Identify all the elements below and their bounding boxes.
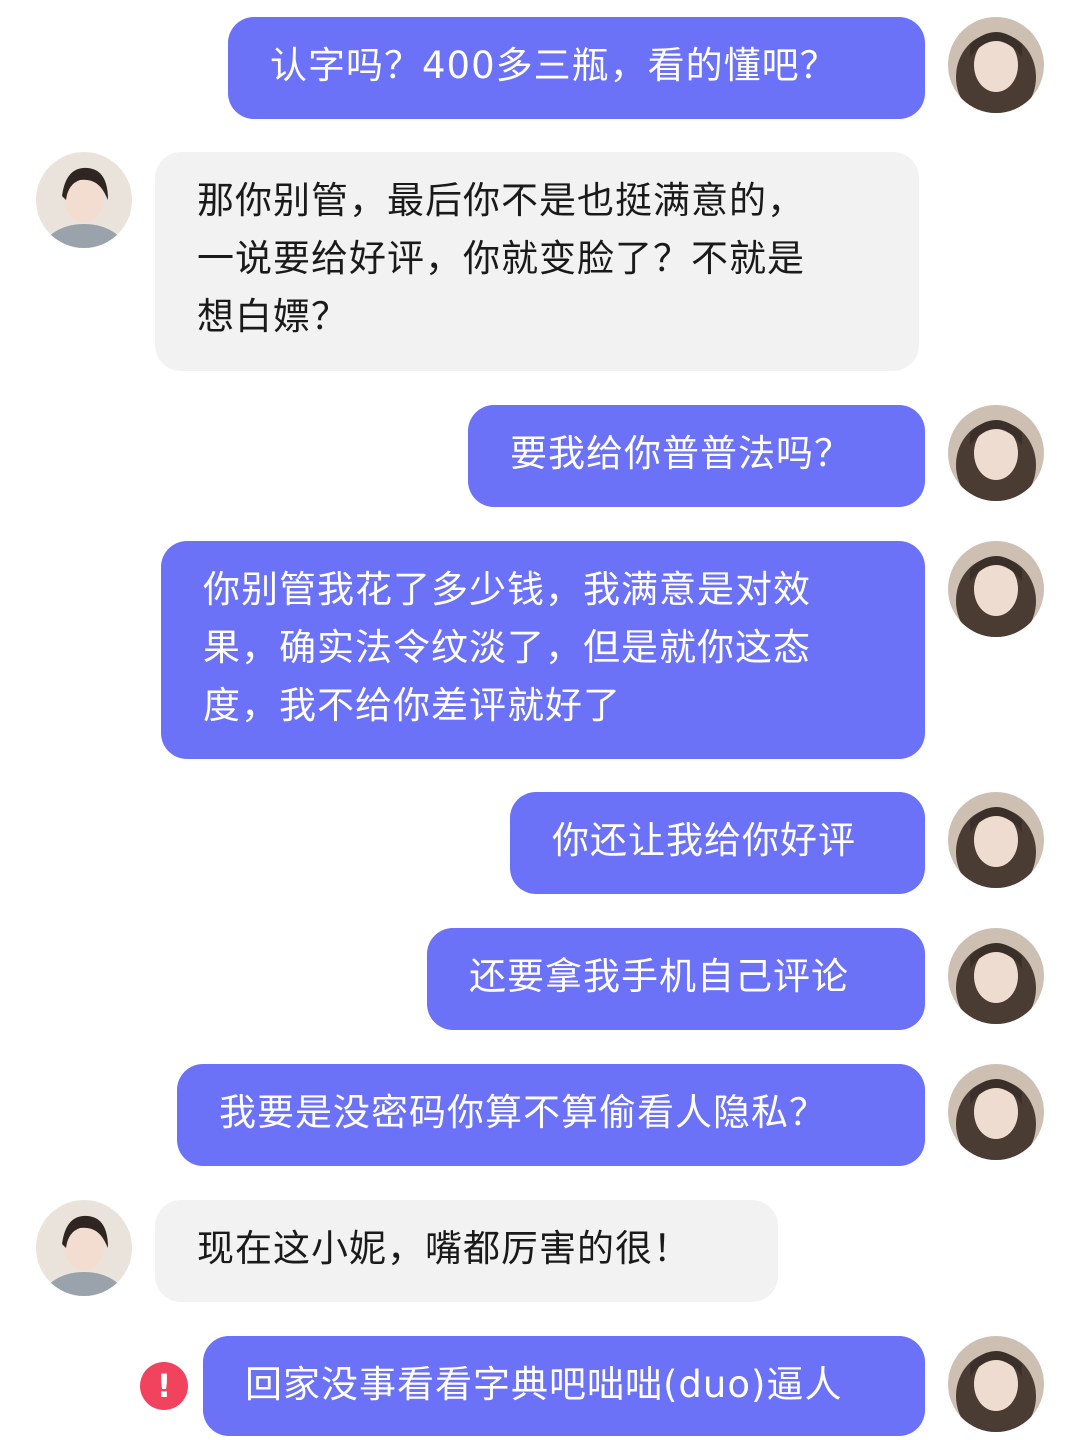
exclamation-circle-icon[interactable]: ! xyxy=(140,1362,188,1410)
message-bubble-sent[interactable]: 还要拿我手机自己评论 xyxy=(427,928,925,1030)
user-avatar-icon[interactable] xyxy=(948,792,1044,888)
message-bubble-sent[interactable]: 认字吗？400多三瓶，看的懂吧？ xyxy=(228,17,925,119)
contact-avatar-icon[interactable] xyxy=(36,1200,132,1296)
chat-message-list[interactable]: 认字吗？400多三瓶，看的懂吧？ 那你别管，最后你不是也挺满意的， 一说要给好评… xyxy=(0,0,1080,1440)
message-bubble-sent[interactable]: 你还让我给你好评 xyxy=(510,792,925,894)
user-avatar-icon[interactable] xyxy=(948,1336,1044,1432)
message-bubble-received[interactable]: 现在这小妮，嘴都厉害的很！ xyxy=(155,1200,778,1302)
message-bubble-sent[interactable]: 要我给你普普法吗？ xyxy=(468,405,925,507)
message-bubble-sent[interactable]: 我要是没密码你算不算偷看人隐私？ xyxy=(177,1064,925,1166)
message-bubble-sent-failed[interactable]: 回家没事看看字典吧咄咄(duo)逼人 xyxy=(203,1336,925,1436)
user-avatar-icon[interactable] xyxy=(948,541,1044,637)
user-avatar-icon[interactable] xyxy=(948,405,1044,501)
contact-avatar-icon[interactable] xyxy=(36,152,132,248)
message-bubble-sent[interactable]: 你别管我花了多少钱，我满意是对效 果，确实法令纹淡了，但是就你这态 度，我不给你… xyxy=(161,541,925,759)
user-avatar-icon[interactable] xyxy=(948,17,1044,113)
user-avatar-icon[interactable] xyxy=(948,928,1044,1024)
message-bubble-received[interactable]: 那你别管，最后你不是也挺满意的， 一说要给好评，你就变脸了？不就是 想白嫖？ xyxy=(155,152,919,371)
user-avatar-icon[interactable] xyxy=(948,1064,1044,1160)
